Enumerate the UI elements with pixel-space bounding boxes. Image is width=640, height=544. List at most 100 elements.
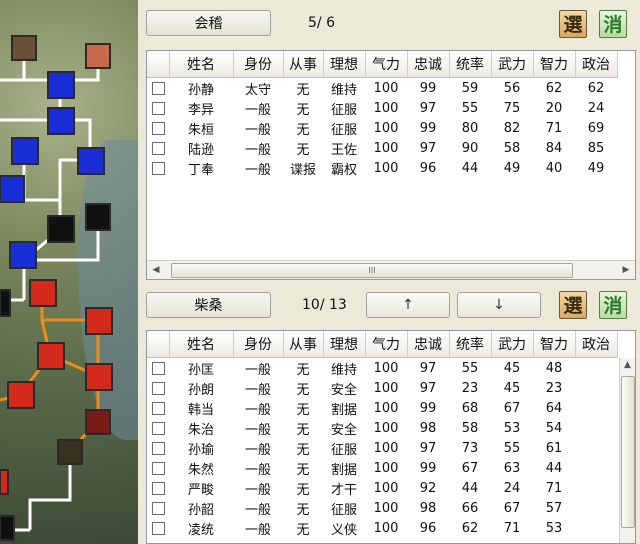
move-up-button[interactable]: ↑: [366, 292, 450, 318]
city2-officer-list[interactable]: 姓名 身份 从事 理想 气力 忠诚 统率 武力 智力 政治 孙匡 一般无维持 100…: [146, 330, 636, 544]
city2-table-header: 姓名 身份 从事 理想 气力 忠诚 统率 武力 智力 政治: [147, 331, 618, 358]
officer-row[interactable]: 凌统 一般 无 义侠 100 96 62 71 53: [147, 518, 617, 538]
map-city-blue: [0, 175, 25, 203]
officer-row[interactable]: 孙韶 一般 无 征服 100 98 66 67 57: [147, 498, 617, 518]
city2-vertical-scrollbar[interactable]: ▲: [619, 358, 635, 543]
officer-cell: 53: [545, 520, 563, 536]
officer-row[interactable]: 朱然 一般 无 割据 100 99 67 63 44: [147, 458, 617, 478]
officer-cell: 一般: [244, 382, 271, 398]
officer-select-checkbox[interactable]: [151, 501, 165, 515]
officer-cell: 97: [419, 140, 437, 156]
col-header-vigor[interactable]: 气力: [365, 51, 408, 78]
officer-cell: 朱桓: [187, 122, 214, 138]
officer-select-checkbox[interactable]: [151, 81, 165, 95]
officer-row[interactable]: 严畯 一般 无 才干 100 92 44 24 71: [147, 478, 617, 498]
officer-select-checkbox[interactable]: [151, 381, 165, 395]
officer-select-checkbox[interactable]: [151, 141, 165, 155]
col-header-status[interactable]: 身份: [233, 51, 284, 78]
officer-cell: 84: [545, 140, 563, 156]
officer-cell: 无: [296, 122, 310, 138]
scroll-left-icon[interactable]: ◀: [149, 263, 163, 277]
scroll-up-icon[interactable]: ▲: [620, 358, 635, 372]
officer-row[interactable]: 韩当 一般 无 割据 100 99 68 67 64: [147, 398, 617, 418]
officer-row[interactable]: 孙瑜 一般 无 征服 100 97 73 55 61: [147, 438, 617, 458]
officer-cell: 严畯: [187, 482, 214, 498]
city2-scroll-thumb[interactable]: [621, 376, 635, 528]
col-header-vigor[interactable]: 气力: [365, 331, 408, 358]
col-header-name[interactable]: 姓名: [169, 331, 234, 358]
officer-row[interactable]: 孙静 太守 无 维持 100 99 59 56 62 62: [147, 78, 617, 99]
officer-cell: 100: [373, 140, 399, 156]
officer-select-checkbox[interactable]: [151, 121, 165, 135]
city2-select-button[interactable]: 選: [559, 291, 587, 319]
officer-select-checkbox[interactable]: [151, 421, 165, 435]
city1-officer-list[interactable]: 姓名 身份 从事 理想 气力 忠诚 统率 武力 智力 政治 孙静 太守无维持 100…: [146, 50, 636, 280]
officer-cell: 99: [419, 400, 437, 416]
city1-cancel-button[interactable]: 消: [599, 10, 627, 38]
col-header-politics[interactable]: 政治: [575, 51, 618, 78]
col-header-ideal[interactable]: 理想: [323, 51, 366, 78]
col-header-war[interactable]: 武力: [491, 331, 534, 358]
officer-cell: 54: [545, 420, 563, 436]
city1-horizontal-scrollbar[interactable]: ◀ III ▶: [147, 260, 635, 279]
officer-cell: 67: [503, 400, 521, 416]
officer-select-checkbox[interactable]: [151, 441, 165, 455]
officer-cell: 无: [296, 502, 310, 518]
officer-cell: 100: [373, 360, 399, 376]
officer-row[interactable]: 孙匡 一般 无 维持 100 97 55 45 48: [147, 358, 617, 379]
col-header-leadership[interactable]: 统率: [449, 331, 492, 358]
officer-select-checkbox[interactable]: [151, 361, 165, 375]
col-header-intelligence[interactable]: 智力: [533, 51, 576, 78]
officer-cell: 王佐: [330, 142, 357, 158]
col-header-leadership[interactable]: 统率: [449, 51, 492, 78]
col-header-loyalty[interactable]: 忠诚: [407, 51, 450, 78]
officer-cell: 66: [461, 500, 479, 516]
city2-cancel-button[interactable]: 消: [599, 291, 627, 319]
officer-cell: 97: [419, 440, 437, 456]
col-header-name[interactable]: 姓名: [169, 51, 234, 78]
city-name-kuaiji[interactable]: 会稽: [146, 10, 271, 36]
officer-cell: 维持: [330, 82, 357, 98]
officer-row[interactable]: 朱桓 一般 无 征服 100 99 80 82 71 69: [147, 118, 617, 138]
city1-table-header: 姓名 身份 从事 理想 气力 忠诚 统率 武力 智力 政治: [147, 51, 618, 78]
col-header-status[interactable]: 身份: [233, 331, 284, 358]
officer-cell: 99: [419, 460, 437, 476]
officer-select-checkbox[interactable]: [151, 161, 165, 175]
officer-select-checkbox[interactable]: [151, 521, 165, 535]
col-header-intelligence[interactable]: 智力: [533, 331, 576, 358]
col-header-politics[interactable]: 政治: [575, 331, 618, 358]
officer-cell: 100: [373, 440, 399, 456]
officer-row[interactable]: 孙朗 一般 无 安全 100 97 23 45 23: [147, 378, 617, 398]
officer-row[interactable]: 李异 一般 无 征服 100 97 55 75 20 24: [147, 98, 617, 118]
col-header-task[interactable]: 从事: [283, 51, 324, 78]
col-header-loyalty[interactable]: 忠诚: [407, 331, 450, 358]
move-down-button[interactable]: ↓: [457, 292, 541, 318]
officer-row[interactable]: 陆逊 一般 无 王佐 100 97 90 58 84 85: [147, 138, 617, 158]
officer-select-checkbox[interactable]: [151, 401, 165, 415]
officer-cell: 孙静: [187, 82, 214, 98]
officer-select-checkbox[interactable]: [151, 101, 165, 115]
officer-row[interactable]: 丁奉 一般 谍报 霸权 100 96 44 49 40 49: [147, 158, 617, 178]
officer-select-checkbox[interactable]: [151, 481, 165, 495]
col-header-war[interactable]: 武力: [491, 51, 534, 78]
officer-cell: 64: [545, 400, 563, 416]
strategy-map[interactable]: [0, 0, 138, 544]
city1-scroll-thumb[interactable]: III: [171, 263, 573, 278]
officer-cell: 谍报: [289, 162, 316, 178]
officer-cell: 49: [503, 160, 521, 176]
city1-table-body: 孙静 太守无维持 100 99 59 56 62 62 李异 一般无征服 100 97 55 75 20 24…: [147, 78, 617, 179]
officer-select-checkbox[interactable]: [151, 461, 165, 475]
officer-cell: 44: [461, 480, 479, 496]
city-name-chaisang[interactable]: 柴桑: [146, 292, 271, 318]
city1-officer-count: 5/ 6: [308, 15, 335, 31]
officer-cell: 丁奉: [187, 162, 214, 178]
col-header-task[interactable]: 从事: [283, 331, 324, 358]
officer-cell: 一般: [244, 142, 271, 158]
officer-row[interactable]: 朱治 一般 无 安全 100 98 58 53 54: [147, 418, 617, 438]
officer-cell: 58: [461, 420, 479, 436]
map-city-blue: [47, 107, 75, 135]
scroll-right-icon[interactable]: ▶: [619, 263, 633, 277]
officer-cell: 一般: [244, 462, 271, 478]
col-header-ideal[interactable]: 理想: [323, 331, 366, 358]
city1-select-button[interactable]: 選: [559, 10, 587, 38]
